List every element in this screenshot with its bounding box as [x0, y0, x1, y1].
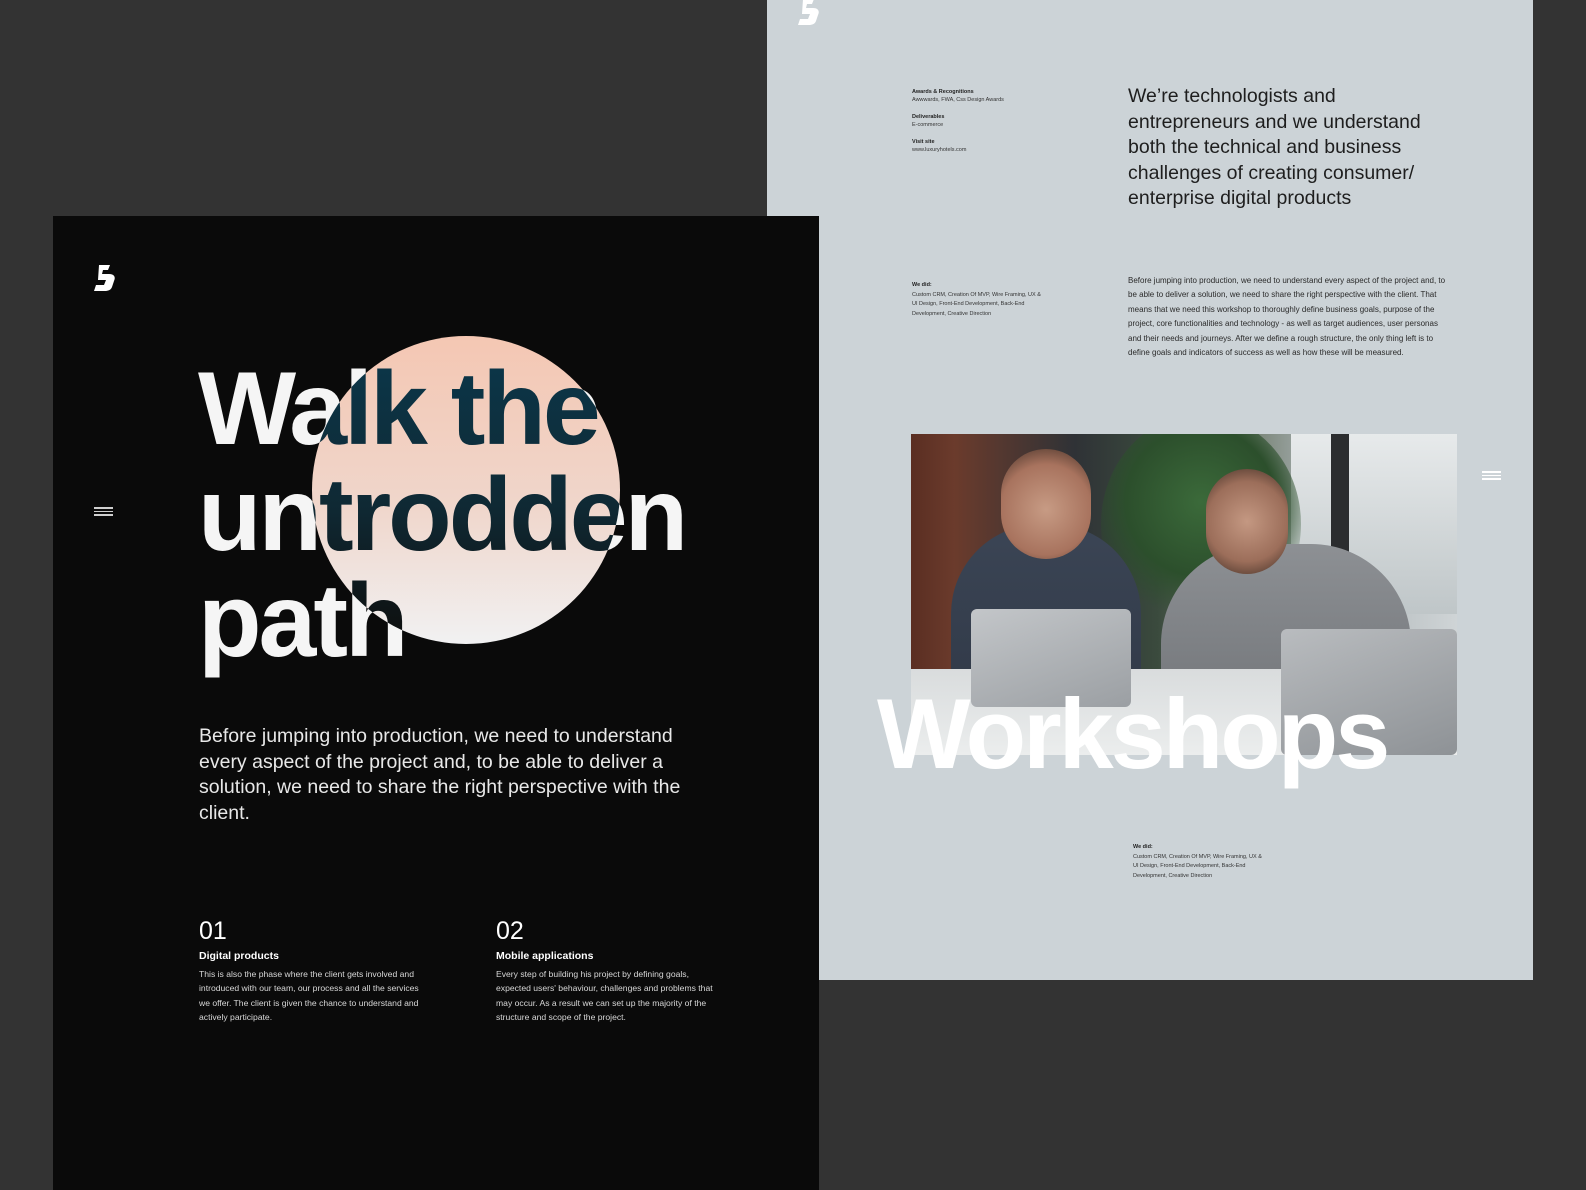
hero-title-line: untrodden: [198, 457, 688, 573]
we-did-block: We did: Custom CRM, Creation Of MVP, Wir…: [912, 281, 1042, 319]
b-logo-icon[interactable]: [93, 263, 117, 293]
workshop-description: Before jumping into production, we need …: [1128, 276, 1446, 358]
feature-number: 02: [496, 917, 524, 945]
meta-deliverables: Deliverables E-commerce: [912, 113, 1052, 129]
we-did-value: Custom CRM, Creation Of MVP, Wire Framin…: [1133, 853, 1262, 879]
project-meta: Awards & Recognitions Awwwards, FWA, Css…: [912, 88, 1052, 163]
feature-text: Every step of building his project by de…: [496, 969, 713, 1023]
we-did-value: Custom CRM, Creation Of MVP, Wire Framin…: [912, 291, 1041, 317]
intro-heading: We’re technologists and entrepreneurs an…: [1128, 85, 1421, 209]
hero-title-line: path: [198, 563, 409, 679]
case-study-dark-page: Walk the untrodden path Before jumping i…: [53, 216, 819, 1190]
feature-title: Mobile applications: [496, 950, 594, 962]
feature-mobile-applications: 02 Mobile applications Every step of bui…: [496, 916, 716, 1025]
we-did-block: We did: Custom CRM, Creation Of MVP, Wir…: [1133, 843, 1263, 881]
meta-visit-site: Visit site www.luxuryhotels.com: [912, 138, 1052, 154]
hamburger-menu-icon[interactable]: [1482, 471, 1501, 480]
meta-value: E-commerce: [912, 122, 944, 128]
feature-title: Digital products: [199, 950, 279, 962]
case-study-light-page: Awards & Recognitions Awwwards, FWA, Css…: [767, 0, 1533, 980]
workshops-title: Workshops: [877, 678, 1390, 789]
meta-awards: Awards & Recognitions Awwwards, FWA, Css…: [912, 88, 1052, 104]
we-did-label: We did:: [912, 282, 932, 288]
hero-title-line: Walk the: [198, 351, 601, 467]
hamburger-menu-icon[interactable]: [94, 507, 113, 516]
meta-label: Visit site: [912, 139, 935, 145]
we-did-label: We did:: [1133, 844, 1153, 850]
b-logo-icon[interactable]: [797, 0, 821, 26]
feature-text: This is also the phase where the client …: [199, 969, 419, 1023]
hero-subtitle: Before jumping into production, we need …: [199, 725, 681, 824]
feature-digital-products: 01 Digital products This is also the pha…: [199, 916, 419, 1025]
feature-number: 01: [199, 917, 227, 945]
meta-value: Awwwards, FWA, Css Design Awards: [912, 97, 1004, 103]
meta-label: Awards & Recognitions: [912, 89, 974, 95]
visit-site-link[interactable]: www.luxuryhotels.com: [912, 146, 1052, 154]
hero-title: Walk the untrodden path: [198, 356, 758, 674]
meta-label: Deliverables: [912, 114, 945, 120]
